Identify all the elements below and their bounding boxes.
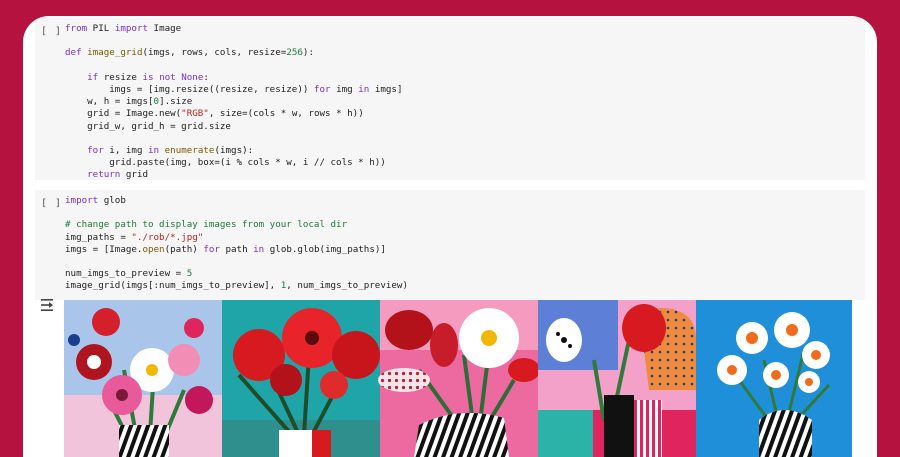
code-line: image_grid(imgs[:num_imgs_to_preview], 1… (65, 280, 408, 292)
code-token: : (203, 71, 209, 83)
code-line: grid_w, grid_h = grid.size (65, 121, 402, 133)
code-cell-2[interactable]: [ ] import glob # change path to display… (35, 190, 865, 300)
code-token: grid_w, grid_h = grid.size (65, 120, 231, 132)
code-token: import (65, 195, 99, 206)
code-token: open (142, 243, 165, 255)
notebook-panel: [ ] from PIL import Image def image_grid… (23, 16, 877, 457)
code-line: import glob (65, 195, 408, 207)
code-cell-1[interactable]: [ ] from PIL import Image def image_grid… (35, 18, 865, 180)
code-line: imgs = [img.resize((resize, resize)) for… (65, 84, 402, 96)
code-token: , size=(cols * w, rows * h)) (208, 108, 364, 120)
code-token: Image (148, 23, 182, 34)
code-token: glob.glob(img_paths)] (264, 243, 386, 255)
code-token: image_grid(imgs[:num_imgs_to_preview], (65, 280, 281, 292)
code-line: def image_grid(imgs, rows, cols, resize=… (65, 47, 402, 59)
code-token: is not (142, 71, 176, 83)
code-token: 256 (286, 47, 303, 59)
code-token: in (358, 84, 370, 96)
output-image-grid (64, 300, 852, 457)
code-token: def (65, 47, 82, 59)
output-image-4 (538, 300, 696, 457)
code-token: if (87, 71, 99, 83)
code-token: image_grid (87, 47, 143, 59)
run-cell-button[interactable]: [ ] (41, 26, 62, 37)
code-token: img_paths = (65, 231, 132, 243)
code-token: enumerate (164, 145, 215, 157)
output-image-1 (64, 300, 222, 457)
code-token: (path) (164, 243, 204, 255)
code-token: for (203, 243, 220, 255)
code-line: imgs = [Image.open(path) for path in glo… (65, 244, 408, 256)
code-token: in (148, 145, 160, 157)
code-token: i, img (103, 145, 149, 157)
code-token: "RGB" (181, 108, 209, 120)
code-line: w, h = imgs[0].size (65, 96, 402, 108)
code-token: num_imgs_to_preview = (65, 268, 187, 280)
code-token: from (65, 23, 88, 34)
code-token: # change path to display images from you… (65, 219, 348, 231)
code-line: grid = Image.new("RGB", size=(cols * w, … (65, 108, 402, 120)
code-token: (imgs): (214, 145, 254, 157)
output-image-5 (696, 300, 852, 457)
run-cell-button[interactable]: [ ] (41, 198, 62, 209)
code-token: None (181, 71, 204, 83)
output-image-3 (378, 300, 540, 457)
code-token: 5 (186, 268, 193, 280)
code-line: img_paths = "./rob/*.jpg" (65, 232, 408, 244)
code-token: for (87, 145, 104, 157)
code-line: grid.paste(img, box=(i % cols * w, i // … (65, 157, 402, 169)
code-token: path (219, 243, 254, 255)
code-token: grid (120, 169, 149, 181)
code-token: imgs = [img.resize((resize, resize)) (65, 84, 314, 96)
code-token: resize (98, 71, 143, 83)
code-line: # change path to display images from you… (65, 219, 408, 231)
code-editor[interactable]: from PIL import Image def image_grid(img… (65, 23, 402, 182)
code-token: return (87, 169, 121, 181)
code-token: ): (302, 47, 314, 59)
code-token: w, h = imgs[ (65, 96, 154, 108)
code-line: if resize is not None: (65, 72, 402, 84)
code-token: img (330, 84, 359, 96)
code-token: grid.paste(img, box=(i % cols * w, i // … (65, 157, 386, 169)
code-token: PIL (87, 23, 115, 34)
code-token: "./rob/*.jpg" (131, 231, 204, 243)
code-token: (imgs, rows, cols, resize= (142, 47, 287, 59)
code-line: return grid (65, 169, 402, 181)
code-token: import (114, 23, 149, 34)
output-arrow-icon[interactable] (39, 297, 55, 313)
output-image-2 (222, 300, 380, 457)
code-token: glob (98, 195, 126, 206)
code-token: imgs = [Image. (65, 243, 143, 255)
code-line: from PIL import Image (65, 23, 402, 35)
code-token: imgs] (369, 84, 403, 96)
code-token: for (313, 84, 331, 96)
code-editor[interactable]: import glob # change path to display ima… (65, 195, 408, 293)
code-token: , num_imgs_to_preview) (286, 280, 408, 292)
code-token: in (253, 243, 265, 255)
code-line: for i, img in enumerate(imgs): (65, 145, 402, 157)
code-line: num_imgs_to_preview = 5 (65, 268, 408, 280)
app-frame: [ ] from PIL import Image def image_grid… (0, 0, 900, 457)
code-token: ].size (159, 96, 193, 108)
code-token: grid = Image.new( (65, 108, 182, 120)
